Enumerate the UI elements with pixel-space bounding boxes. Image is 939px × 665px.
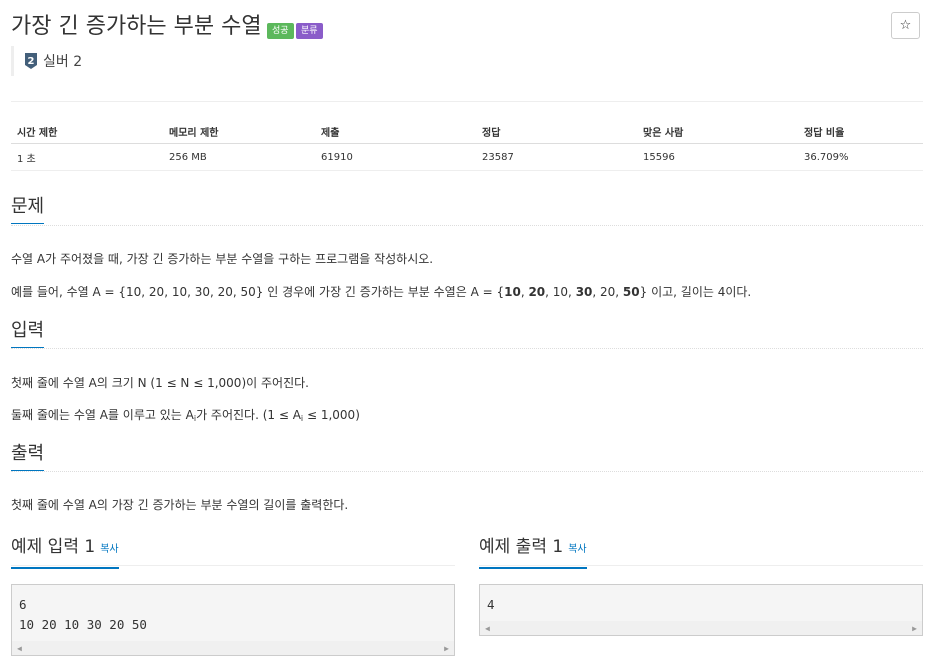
input-description-2: 둘째 줄에는 수열 A를 이루고 있는 Ai가 주어진다. (1 ≤ Ai ≤ … <box>11 408 360 423</box>
table-header-row: 시간 제한 메모리 제한 제출 정답 맞은 사람 정답 비율 <box>11 119 923 144</box>
favorite-star-button[interactable]: ☆ <box>891 12 920 39</box>
cell-accepted: 23587 <box>476 143 637 171</box>
header-time-limit: 시간 제한 <box>11 119 163 144</box>
horizontal-scrollbar[interactable]: ◀ ▶ <box>12 641 454 655</box>
cell-memory-limit: 256 MB <box>163 143 315 171</box>
input-description-1: 첫째 줄에 수열 A의 크기 N (1 ≤ N ≤ 1,000)이 주어진다. <box>11 376 309 390</box>
tier-label[interactable]: 실버 2 <box>43 51 82 71</box>
cell-solvers: 15596 <box>637 143 798 171</box>
cell-time-limit: 1 초 <box>11 143 163 171</box>
section-divider <box>11 471 923 472</box>
cell-ratio: 36.709% <box>798 143 923 171</box>
result-badge[interactable]: 성공 <box>267 23 294 39</box>
svg-text:2: 2 <box>28 56 35 67</box>
header-submissions: 제출 <box>315 119 476 144</box>
scroll-right-icon[interactable]: ▶ <box>444 644 449 653</box>
scroll-left-icon[interactable]: ◀ <box>17 644 22 653</box>
section-divider <box>479 565 923 566</box>
section-divider <box>11 225 923 226</box>
scroll-right-icon[interactable]: ▶ <box>912 624 917 633</box>
table-row: 1 초 256 MB 61910 23587 15596 36.709% <box>11 143 923 171</box>
problem-description: 수열 A가 주어졌을 때, 가장 긴 증가하는 부분 수열을 구하는 프로그램을… <box>11 252 434 266</box>
sample-input-box[interactable]: 6 10 20 10 30 20 50 ◀ ▶ <box>11 584 455 656</box>
sample-output-box[interactable]: 4 ◀ ▶ <box>479 584 923 636</box>
section-divider <box>11 348 923 349</box>
sample-input-text[interactable]: 6 10 20 10 30 20 50 <box>19 595 147 635</box>
header-accepted: 정답 <box>476 119 637 144</box>
section-title-input: 입력 <box>11 320 45 348</box>
copy-input-button[interactable]: 복사 <box>100 544 118 555</box>
copy-output-button[interactable]: 복사 <box>568 544 586 555</box>
tier-info: 2 실버 2 <box>11 46 82 76</box>
problem-example-text: 예를 들어, 수열 A = {10, 20, 10, 30, 20, 50} 인… <box>11 285 752 299</box>
header-solvers: 맞은 사람 <box>637 119 798 144</box>
header-memory-limit: 메모리 제한 <box>163 119 315 144</box>
output-description: 첫째 줄에 수열 A의 가장 긴 증가하는 부분 수열의 길이를 출력한다. <box>11 498 349 512</box>
category-badge[interactable]: 분류 <box>296 23 323 39</box>
sample-output-text[interactable]: 4 <box>487 595 495 615</box>
scroll-left-icon[interactable]: ◀ <box>485 624 490 633</box>
star-icon: ☆ <box>899 18 912 33</box>
section-divider <box>11 565 455 566</box>
divider <box>11 101 923 102</box>
tier-icon: 2 <box>25 53 37 69</box>
cell-submissions: 61910 <box>315 143 476 171</box>
section-title-output: 출력 <box>11 443 45 471</box>
section-title-problem: 문제 <box>11 196 45 224</box>
header-ratio: 정답 비율 <box>798 119 923 144</box>
page-title: 가장 긴 증가하는 부분 수열 <box>11 14 262 39</box>
problem-info-table: 시간 제한 메모리 제한 제출 정답 맞은 사람 정답 비율 1 초 256 M… <box>11 119 923 171</box>
horizontal-scrollbar[interactable]: ◀ ▶ <box>480 621 922 635</box>
